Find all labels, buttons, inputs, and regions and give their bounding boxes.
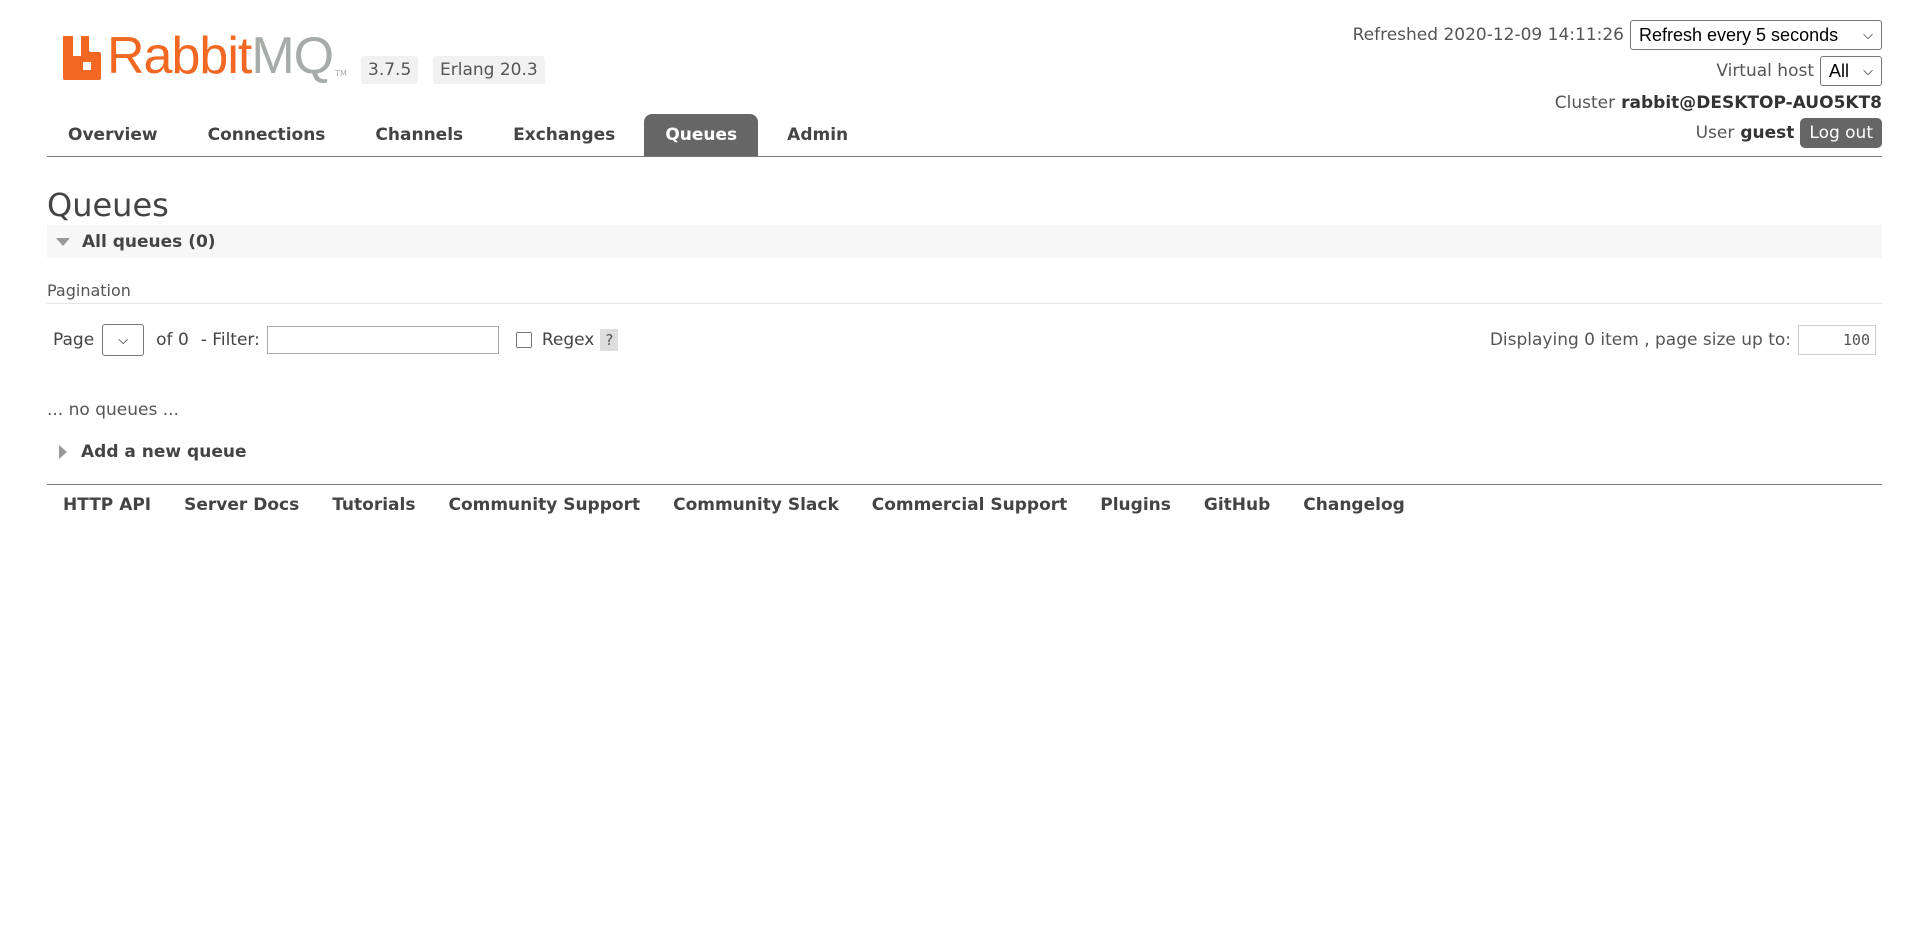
logo-word-mq: MQ bbox=[251, 27, 334, 85]
pagination-divider bbox=[47, 303, 1882, 304]
pagination-label: Pagination bbox=[47, 281, 131, 300]
virtual-host-value: All bbox=[1829, 60, 1850, 81]
footer-link-community-slack[interactable]: Community Slack bbox=[673, 495, 839, 515]
tab-exchanges[interactable]: Exchanges bbox=[492, 114, 636, 156]
footer-link-changelog[interactable]: Changelog bbox=[1303, 495, 1405, 515]
refresh-interval-value: Refresh every 5 seconds bbox=[1639, 24, 1839, 45]
displaying-label: Displaying 0 item , page size up to: bbox=[1489, 330, 1791, 350]
refreshed-timestamp: Refreshed 2020-12-09 14:11:26 bbox=[1352, 25, 1624, 45]
triangle-right-icon bbox=[59, 445, 67, 459]
virtual-host-label: Virtual host bbox=[1716, 61, 1814, 81]
regex-help-button[interactable]: ? bbox=[600, 329, 619, 351]
triangle-down-icon bbox=[56, 237, 70, 246]
chevron-down-icon: ⌵ bbox=[1863, 63, 1873, 78]
logo-trademark: TM bbox=[335, 69, 347, 78]
footer-link-server-docs[interactable]: Server Docs bbox=[184, 495, 299, 515]
filter-label: - Filter: bbox=[200, 330, 260, 350]
regex-label: Regex bbox=[541, 330, 595, 350]
footer-link-plugins[interactable]: Plugins bbox=[1100, 495, 1171, 515]
footer-link-http-api[interactable]: HTTP API bbox=[63, 495, 151, 515]
footer-link-community-support[interactable]: Community Support bbox=[448, 495, 640, 515]
pagination-controls: Page ⌵ of 0 - Filter: Regex ? bbox=[53, 324, 619, 356]
page-count-label: of 0 bbox=[156, 330, 189, 350]
regex-checkbox[interactable] bbox=[515, 332, 532, 348]
logo-word-rabbit: Rabbit bbox=[107, 27, 252, 85]
rabbitmq-version-badge: 3.7.5 bbox=[361, 56, 419, 84]
rabbitmq-logo-icon bbox=[63, 36, 101, 80]
tab-admin[interactable]: Admin bbox=[766, 114, 869, 156]
tab-channels[interactable]: Channels bbox=[354, 114, 484, 156]
cluster-name: rabbit@DESKTOP-AUO5KT8 bbox=[1621, 93, 1882, 113]
refresh-interval-select[interactable]: Refresh every 5 seconds ⌵ bbox=[1630, 20, 1882, 50]
page-label: Page bbox=[53, 330, 95, 350]
footer-link-tutorials[interactable]: Tutorials bbox=[332, 495, 415, 515]
footer-link-github[interactable]: GitHub bbox=[1204, 495, 1270, 515]
chevron-down-icon: ⌵ bbox=[1863, 27, 1873, 42]
all-queues-section-toggle[interactable]: All queues (0) bbox=[47, 225, 1882, 258]
erlang-version-badge: Erlang 20.3 bbox=[433, 56, 545, 84]
chevron-down-icon: ⌵ bbox=[118, 332, 129, 348]
empty-queues-message: ... no queues ... bbox=[47, 400, 179, 420]
tab-connections[interactable]: Connections bbox=[187, 114, 347, 156]
display-summary: Displaying 0 item , page size up to: 100 bbox=[1490, 324, 1876, 356]
footer-links: HTTP API Server Docs Tutorials Community… bbox=[47, 484, 1882, 515]
rabbitmq-logo[interactable]: Rabbit MQ TM bbox=[63, 28, 347, 84]
footer-link-commercial-support[interactable]: Commercial Support bbox=[872, 495, 1068, 515]
page-title: Queues bbox=[47, 186, 169, 224]
add-queue-label: Add a new queue bbox=[81, 442, 247, 462]
all-queues-heading: All queues (0) bbox=[82, 231, 216, 252]
filter-input[interactable] bbox=[266, 326, 499, 354]
tab-queues[interactable]: Queues bbox=[644, 114, 759, 156]
virtual-host-select[interactable]: All ⌵ bbox=[1820, 56, 1882, 86]
add-queue-toggle[interactable]: Add a new queue bbox=[47, 441, 247, 463]
main-nav-tabs: Overview Connections Channels Exchanges … bbox=[47, 114, 1882, 157]
page-select[interactable]: ⌵ bbox=[102, 324, 145, 356]
tab-overview[interactable]: Overview bbox=[47, 114, 179, 156]
page-size-input[interactable]: 100 bbox=[1798, 325, 1876, 355]
cluster-label: Cluster bbox=[1554, 93, 1616, 113]
